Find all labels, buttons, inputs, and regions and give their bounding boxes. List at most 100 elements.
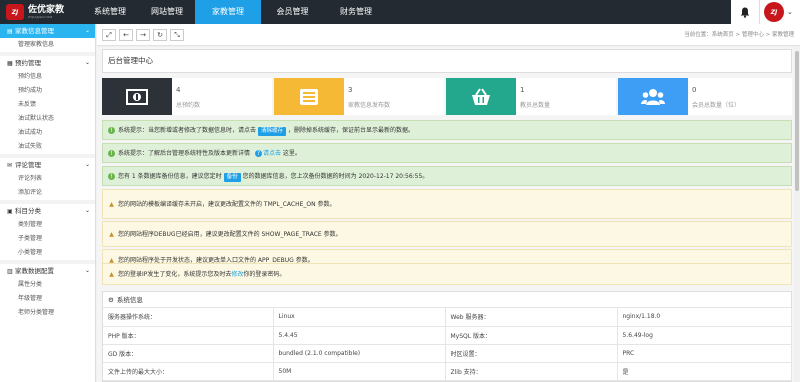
table-cell: PRC bbox=[617, 344, 792, 363]
table-cell: 文件上传的最大大小： bbox=[103, 362, 274, 381]
info-icon: ! bbox=[108, 150, 115, 157]
arrow-left-icon: ← bbox=[123, 31, 129, 39]
stat-value: 1 bbox=[520, 86, 525, 94]
table-cell: bundled (2.1.0 compatible) bbox=[273, 344, 446, 363]
sidebar-item-manage-tutor[interactable]: 管理家教信息 bbox=[0, 38, 95, 52]
sidebar-item-trial-default[interactable]: 油试默认状态 bbox=[0, 112, 95, 126]
bell-icon bbox=[740, 7, 750, 18]
topnav-tutor[interactable]: 家教管理 bbox=[195, 0, 261, 24]
money-icon bbox=[102, 78, 172, 115]
folder-icon: ▣ bbox=[7, 208, 13, 215]
arrow-right-icon: → bbox=[140, 31, 146, 39]
sidebar-item-trial-fail[interactable]: 油试失败 bbox=[0, 140, 95, 154]
info-icon: ! bbox=[108, 127, 115, 134]
topnav-finance[interactable]: 财务管理 bbox=[326, 0, 386, 24]
system-info-table: 服务器操作系统： Linux Web 服务器： nginx/1.18.0 PHP… bbox=[103, 308, 792, 381]
sidebar-item-add-comment[interactable]: 添加评论 bbox=[0, 186, 95, 200]
table-cell: MySQL 版本： bbox=[445, 326, 618, 345]
sidebar-group-booking[interactable]: ▦ 预约管理 ⌄ bbox=[0, 56, 95, 70]
warning-icon: ▲ bbox=[109, 271, 114, 278]
chevron-down-icon: ⌄ bbox=[84, 267, 90, 274]
logo-text: 佐优家教 ZYJIAJIAO.COM bbox=[28, 4, 65, 19]
page-title: 后台管理中心 bbox=[102, 49, 792, 73]
sidebar-item-subcategory[interactable]: 子类管理 bbox=[0, 232, 95, 246]
refresh-icon: ↻ bbox=[157, 31, 163, 39]
table-cell: nginx/1.18.0 bbox=[617, 308, 792, 327]
forward-button[interactable]: → bbox=[136, 29, 150, 41]
warning-icon: ▲ bbox=[109, 201, 114, 208]
sidebar: ▤ 家教信息管理 ⌄ 管理家教信息 ▦ 预约管理 ⌄ 预约信息 预约成功 未反馈 油… bbox=[0, 24, 96, 382]
basket-icon bbox=[446, 78, 516, 115]
clear-cache-button[interactable]: 清除缓存 bbox=[258, 127, 287, 136]
notification-button[interactable] bbox=[731, 0, 759, 24]
calendar-icon: ▦ bbox=[7, 60, 13, 67]
sidebar-group-subjects[interactable]: ▣ 科目分类 ⌄ bbox=[0, 204, 95, 218]
sidebar-group-tutor-info[interactable]: ▤ 家教信息管理 ⌄ bbox=[0, 24, 95, 38]
fullscreen-button[interactable]: ⤢ bbox=[102, 29, 116, 41]
sidebar-item-attribute[interactable]: 属性分类 bbox=[0, 278, 95, 292]
stat-card-bookings[interactable]: 4 总预约数 bbox=[102, 78, 272, 115]
table-cell: 50M bbox=[273, 362, 446, 381]
user-menu[interactable]: ZJ ⌄ bbox=[759, 0, 800, 24]
sidebar-item-booking-success[interactable]: 预约成功 bbox=[0, 84, 95, 98]
table-row: GD 版本： bundled (2.1.0 compatible) 时区设置： … bbox=[103, 344, 792, 363]
scrollbar[interactable] bbox=[794, 47, 800, 382]
alert-backup: ! 您有 1 条数据库备份信息，建议您定时 备份 您的数据库信息，您上次备份数据的时间… bbox=[102, 166, 792, 186]
sidebar-item-booking-info[interactable]: 预约信息 bbox=[0, 70, 95, 84]
chevron-down-icon: ⌄ bbox=[84, 161, 90, 168]
stat-value: 4 bbox=[176, 86, 181, 94]
table-cell: GD 版本： bbox=[103, 344, 274, 363]
warning-icon: ▲ bbox=[109, 231, 114, 238]
top-bar: ZJ 佐优家教 ZYJIAJIAO.COM 系统管理 网站管理 家教管理 会员管… bbox=[0, 0, 800, 24]
question-icon: ? bbox=[254, 150, 262, 157]
restore-button[interactable]: ⤡ bbox=[170, 29, 184, 41]
stat-card-members[interactable]: 0 会员总数量（位） bbox=[618, 78, 792, 115]
sidebar-group-comments[interactable]: ✉ 评论管理 ⌄ bbox=[0, 158, 95, 172]
chevron-down-icon: ⌄ bbox=[84, 207, 90, 214]
table-cell: Linux bbox=[273, 308, 446, 327]
tab-toolbar: ⤢ ← → ↻ ⤡ 当前位置：系统首页 > 管理中心 > 家教管理 bbox=[97, 24, 800, 46]
stat-label: 会员总数量（位） bbox=[692, 102, 741, 109]
chevron-down-icon: ⌄ bbox=[84, 59, 90, 66]
logo-mark: ZJ bbox=[6, 4, 24, 20]
sidebar-item-category[interactable]: 类别管理 bbox=[0, 218, 95, 232]
users-icon bbox=[618, 78, 688, 115]
sidebar-item-comment-list[interactable]: 评论列表 bbox=[0, 172, 95, 186]
topnav-website[interactable]: 网站管理 bbox=[140, 0, 194, 24]
gear-icon: ⚙ bbox=[108, 296, 114, 304]
stat-label: 家教信息发布数 bbox=[348, 102, 391, 109]
change-password-link[interactable]: 修改 bbox=[231, 271, 243, 278]
sidebar-item-grade[interactable]: 年级管理 bbox=[0, 292, 95, 306]
info-icon: ! bbox=[108, 173, 115, 180]
refresh-button[interactable]: ↻ bbox=[153, 29, 167, 41]
breadcrumb: 当前位置：系统首页 > 管理中心 > 家教管理 bbox=[684, 32, 794, 38]
comment-icon: ✉ bbox=[7, 162, 13, 169]
backup-button[interactable]: 备份 bbox=[223, 173, 241, 182]
sidebar-item-teacher-category[interactable]: 老师分类管理 bbox=[0, 306, 95, 320]
topnav-member[interactable]: 会员管理 bbox=[265, 0, 320, 24]
topnav-system[interactable]: 系统管理 bbox=[80, 0, 140, 24]
stat-card-teachers[interactable]: 1 教员总数量 bbox=[446, 78, 616, 115]
brand-name: 佐优家教 bbox=[28, 4, 65, 15]
avatar: ZJ bbox=[764, 2, 784, 22]
sidebar-group-data-config[interactable]: ▥ 家教数据配置 ⌄ bbox=[0, 264, 95, 278]
stat-value: 0 bbox=[692, 86, 697, 94]
alert-debug: ▲ 您的网站程序DEBUG已经启用，建议更改配置文件的 SHOW_PAGE_TRA… bbox=[102, 221, 792, 247]
logo[interactable]: ZJ 佐优家教 ZYJIAJIAO.COM bbox=[0, 0, 80, 24]
list-icon: ▤ bbox=[7, 28, 13, 35]
table-cell: 是 bbox=[617, 362, 792, 381]
table-cell: 5.4.45 bbox=[273, 326, 446, 345]
sidebar-item-no-feedback[interactable]: 未反馈 bbox=[0, 98, 95, 112]
stat-card-tutor-posts[interactable]: 3 家教信息发布数 bbox=[274, 78, 444, 115]
back-button[interactable]: ← bbox=[119, 29, 133, 41]
chevron-down-icon: ⌄ bbox=[84, 27, 90, 34]
table-cell: PHP 版本： bbox=[103, 326, 274, 345]
stat-label: 教员总数量 bbox=[520, 102, 551, 109]
sidebar-item-trial-success[interactable]: 油试成功 bbox=[0, 126, 95, 140]
version-info-link[interactable]: 请点击 bbox=[263, 150, 281, 157]
table-cell: 时区设置： bbox=[445, 344, 618, 363]
scrollbar-thumb[interactable] bbox=[795, 51, 799, 191]
main-content: 后台管理中心 4 总预约数 3 家教信息发布数 1 教员总数量 0 会员总数量（… bbox=[97, 47, 800, 382]
sidebar-item-minor-category[interactable]: 小类管理 bbox=[0, 246, 95, 260]
alert-ip-change: ▲ 您的登录IP发生了变化，系统提示您及时去修改你的登录密码。 bbox=[102, 263, 792, 285]
